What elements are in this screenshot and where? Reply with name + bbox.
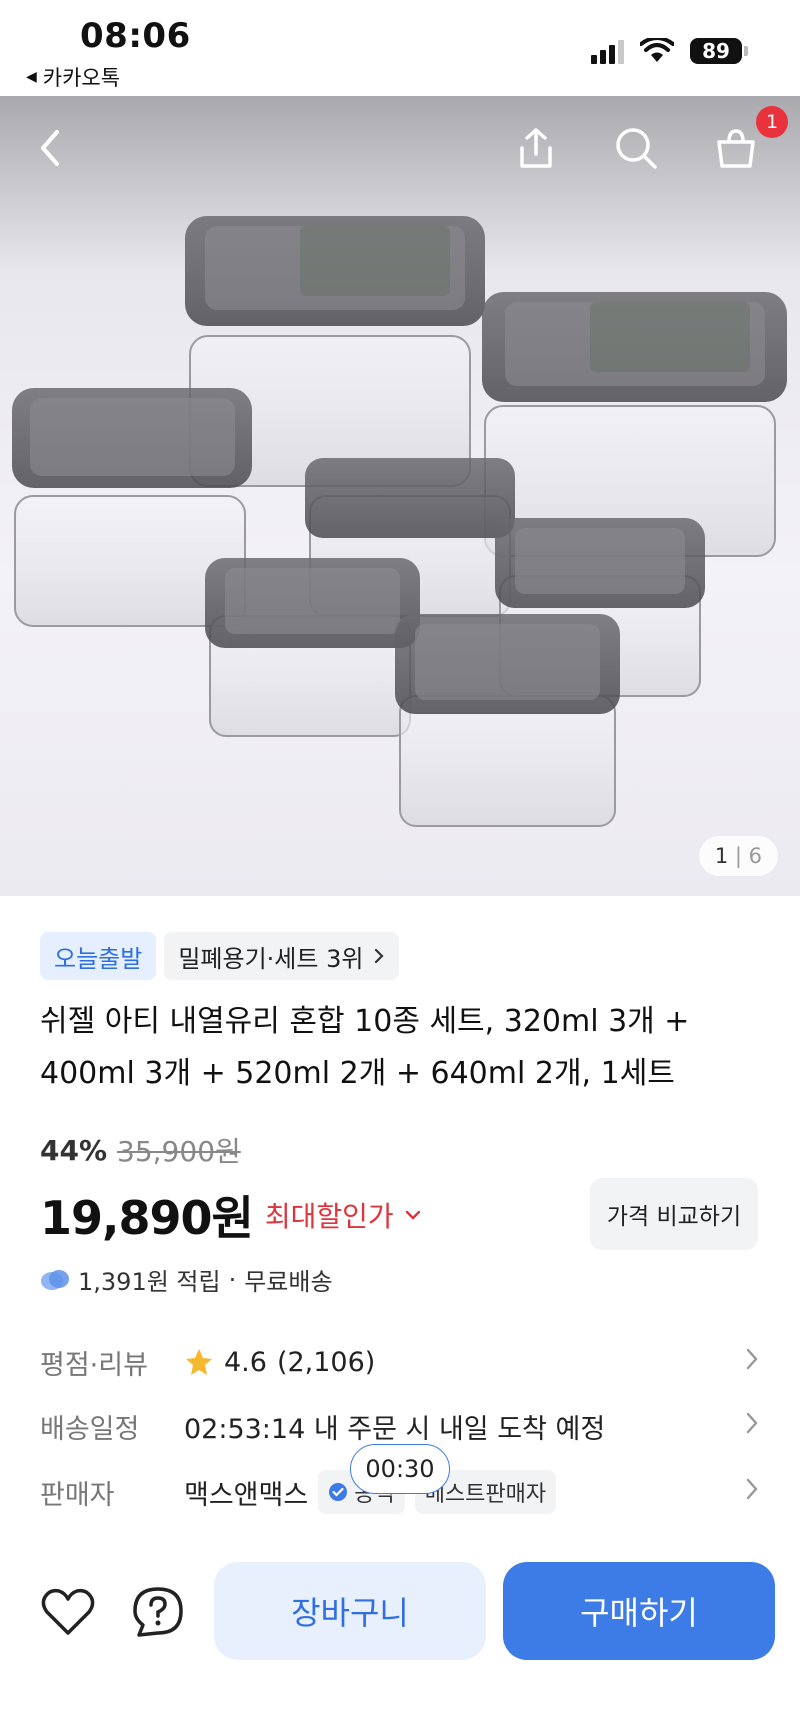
- points-separator: ·: [228, 1265, 237, 1294]
- share-icon: [520, 128, 552, 168]
- verified-check-icon: [329, 1483, 348, 1501]
- star-icon: [186, 1349, 212, 1375]
- rating-value: 4.6 (2,106): [184, 1347, 760, 1378]
- question-icon: [133, 1587, 183, 1637]
- max-discount-toggle[interactable]: 최대할인가: [265, 1195, 422, 1235]
- max-discount-label: 최대할인가: [264, 1200, 394, 1233]
- container-back-right: [482, 292, 787, 557]
- rating-label: 평점·리뷰: [40, 1349, 148, 1381]
- bottom-action-bar: 장바구니 구매하기: [0, 1550, 800, 1731]
- chevron-right-icon: [746, 1412, 758, 1434]
- sale-price: 19,890원: [40, 1191, 254, 1245]
- cellular-signal-icon: [591, 38, 624, 64]
- price-compare-button[interactable]: 가격 비교하기: [590, 1178, 758, 1250]
- timer-bubble[interactable]: 00:30: [350, 1444, 450, 1494]
- price-row: 19,890원 최대할인가: [40, 1182, 422, 1248]
- chevron-right-icon: [375, 948, 384, 964]
- today-shipping-tag: 오늘출발: [40, 932, 157, 980]
- chevron-right-icon: [746, 1478, 758, 1500]
- battery-level: 89: [690, 38, 742, 64]
- heart-icon: [41, 1588, 95, 1635]
- container-front-center: [395, 614, 620, 827]
- category-rank-label: 밀폐용기·세트 3위: [178, 944, 364, 973]
- original-price: 35,900원: [117, 1135, 241, 1168]
- battery-icon: 89: [690, 38, 748, 64]
- share-button[interactable]: [506, 118, 566, 178]
- product-image-carousel[interactable]: 1 1 | 6: [0, 96, 800, 896]
- page-total: 6: [748, 844, 762, 868]
- product-photo: [12, 216, 787, 827]
- product-title: 쉬젤 아티 내열유리 혼합 10종 세트, 320ml 3개 + 400ml 3…: [40, 1004, 690, 1091]
- search-icon: [616, 128, 657, 169]
- discount-row: 44% 35,900원: [40, 1130, 241, 1170]
- seller-name: 맥스앤맥스: [184, 1479, 309, 1511]
- cart-count-badge: 1: [756, 106, 788, 138]
- back-triangle-icon: ◀: [26, 69, 37, 85]
- status-icons: 89: [591, 38, 748, 64]
- rating-score: 4.6: [224, 1346, 267, 1378]
- back-app-label: 카카오톡: [42, 66, 121, 90]
- shopping-bag-icon: [717, 129, 755, 168]
- product-tags: 오늘출발 밀폐용기·세트 3위: [40, 932, 400, 980]
- buy-now-button[interactable]: 구매하기: [503, 1562, 775, 1660]
- back-to-app-link[interactable]: ◀ 카카오톡: [26, 62, 120, 92]
- rating-review-row[interactable]: 평점·리뷰 4.6 (2,106): [40, 1334, 760, 1390]
- delivery-label: 배송일정: [40, 1413, 140, 1445]
- status-time: 08:06: [80, 16, 191, 56]
- discount-rate: 44%: [40, 1133, 108, 1167]
- chevron-down-icon: [405, 1210, 420, 1220]
- wishlist-button[interactable]: [38, 1582, 98, 1642]
- delivery-text: 02:53:14 내 주문 시 내일 도착 예정: [184, 1413, 606, 1445]
- points-amount: 1,391원 적립: [78, 1268, 221, 1296]
- chevron-left-icon: [41, 130, 59, 166]
- search-button[interactable]: [606, 118, 666, 178]
- seller-label: 판매자: [40, 1479, 115, 1511]
- status-bar: 08:06 ◀ 카카오톡 89: [0, 0, 800, 96]
- inquiry-button[interactable]: [128, 1582, 188, 1642]
- free-shipping-label: 무료배송: [244, 1268, 333, 1296]
- back-button[interactable]: [20, 118, 80, 178]
- points-icon: [41, 1269, 69, 1290]
- page-current: 1: [714, 844, 729, 868]
- review-count: (2,106): [276, 1346, 376, 1378]
- points-shipping-row: 1,391원 적립 · 무료배송: [40, 1262, 333, 1297]
- category-rank-tag[interactable]: 밀폐용기·세트 3위: [164, 932, 400, 980]
- wifi-icon: [640, 38, 674, 62]
- image-page-indicator: 1 | 6: [698, 836, 778, 876]
- add-to-cart-button[interactable]: 장바구니: [214, 1562, 486, 1660]
- seller-info: 맥스앤맥스 공식 베스트판매자: [184, 1470, 760, 1514]
- chevron-right-icon: [746, 1348, 758, 1370]
- container-front-left: [205, 558, 420, 737]
